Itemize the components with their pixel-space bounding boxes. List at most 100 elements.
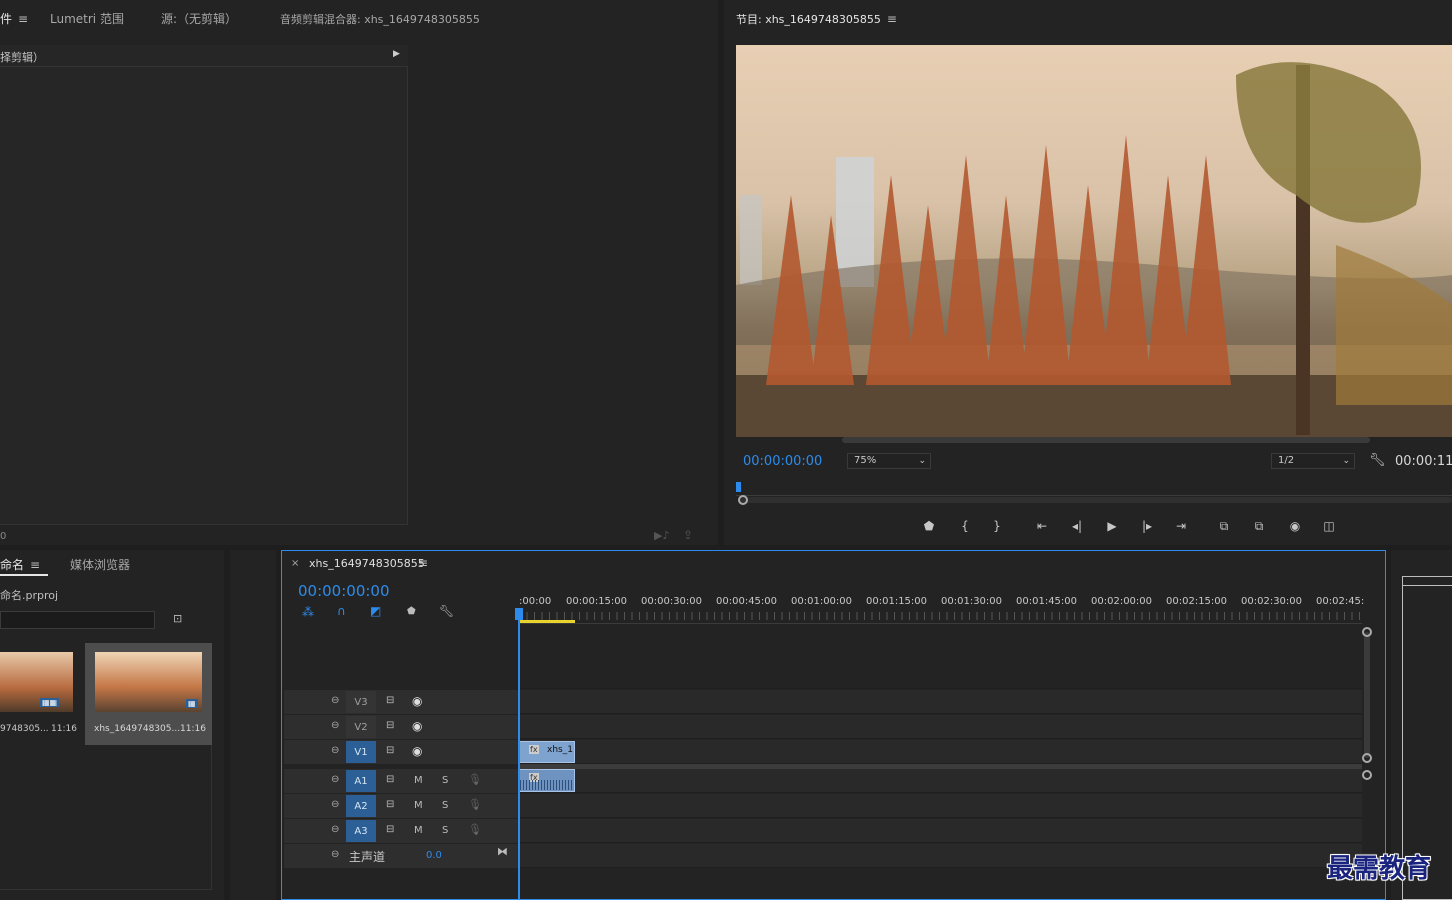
zoom-select[interactable]: 75% ⌄ (847, 453, 931, 469)
zoom-handle[interactable] (738, 495, 748, 505)
mark-in-icon[interactable]: { (955, 517, 975, 535)
video-clip[interactable]: fx xhs_1 (519, 741, 575, 763)
track-v1-toggle[interactable]: V1 (346, 741, 376, 763)
sync-lock-icon[interactable]: ⊟ (386, 799, 394, 810)
tab-program-monitor[interactable]: 节目: xhs_1649748305855 ≡ (736, 11, 897, 27)
mark-out-icon[interactable]: } (987, 517, 1007, 535)
new-bin-icon[interactable]: ⊡ (173, 612, 182, 625)
ruler-label: 00:02:30:00 (1241, 596, 1303, 607)
sequence-tab[interactable]: xhs_1649748305855 (309, 557, 425, 570)
track-v2-toggle[interactable]: V2 (346, 716, 376, 738)
go-to-out-icon[interactable]: ⇥ (1171, 517, 1191, 535)
lock-icon[interactable]: ⊖ (331, 695, 339, 706)
track-a1-toggle[interactable]: A1 (346, 770, 376, 792)
go-to-in-icon[interactable]: ⇤ (1032, 517, 1052, 535)
project-item[interactable]: ▦▦ 9748305... 11:16 (0, 643, 82, 743)
eye-icon[interactable]: ◉ (412, 694, 422, 708)
mic-icon[interactable]: 🎙︎ (468, 823, 482, 836)
playhead-handle[interactable] (515, 608, 523, 620)
mute-button[interactable]: M (414, 825, 423, 836)
lock-icon[interactable]: ⊖ (331, 824, 339, 835)
track-a3-toggle[interactable]: A3 (346, 820, 376, 842)
add-marker-icon[interactable]: ⬟ (919, 517, 939, 535)
track-lane-v1[interactable] (519, 740, 1362, 764)
lock-icon[interactable]: ⊖ (331, 774, 339, 785)
sync-lock-icon[interactable]: ⊟ (386, 720, 394, 731)
compare-view-icon[interactable]: ◫ (1319, 517, 1339, 535)
menu-icon[interactable]: ≡ (887, 12, 897, 26)
video-frame[interactable] (736, 45, 1452, 437)
sync-lock-icon[interactable]: ⊟ (386, 824, 394, 835)
track-v3-toggle[interactable]: V3 (346, 691, 376, 713)
scroll-handle[interactable] (1362, 753, 1372, 763)
timeline-settings-wrench-icon[interactable]: 🔧︎ (439, 604, 454, 618)
tab-source[interactable]: 源:（无剪辑） (161, 10, 237, 27)
solo-button[interactable]: S (442, 800, 448, 811)
nest-icon[interactable]: ⁂ (302, 605, 314, 619)
audio-scrub-icon[interactable]: ▶♪ (654, 529, 669, 542)
tab-project[interactable]: 命名 ≡ (0, 556, 40, 573)
tab-media-browser[interactable]: 媒体浏览器 (70, 556, 130, 573)
program-duration: 00:00:11 (1395, 454, 1452, 469)
close-icon[interactable]: × (291, 558, 299, 569)
step-forward-icon[interactable]: |▸ (1137, 517, 1157, 535)
export-icon[interactable]: ⇪ (683, 528, 693, 542)
sync-lock-icon[interactable]: ⊟ (386, 774, 394, 785)
menu-icon[interactable]: ≡ (30, 558, 40, 572)
menu-icon[interactable]: ≡ (18, 12, 28, 26)
sync-lock-icon[interactable]: ⊟ (386, 745, 394, 756)
playhead-marker[interactable] (736, 482, 741, 492)
tab-audio-clip-mixer[interactable]: 音频剪辑混合器: xhs_1649748305855 (280, 11, 480, 27)
export-frame-icon[interactable]: ◉ (1285, 517, 1305, 535)
eye-icon[interactable]: ◉ (412, 719, 422, 733)
eye-icon[interactable]: ◉ (412, 744, 422, 758)
project-search-input[interactable] (0, 611, 155, 629)
resolution-select[interactable]: 1/2 ⌄ (1271, 453, 1355, 469)
mute-button[interactable]: M (414, 800, 423, 811)
linked-selection-icon[interactable]: ◩ (370, 604, 381, 618)
step-back-icon[interactable]: ◂| (1067, 517, 1087, 535)
play-icon[interactable]: ▶ (1102, 517, 1122, 535)
snap-magnet-icon[interactable]: ∩ (337, 604, 346, 618)
go-to-end-icon[interactable]: ⧓ (497, 845, 508, 858)
vertical-scrollbar[interactable] (1364, 632, 1370, 758)
lock-icon[interactable]: ⊖ (331, 720, 339, 731)
lock-icon[interactable]: ⊖ (331, 745, 339, 756)
program-zoom-bar[interactable] (738, 497, 1452, 503)
timeline-current-time[interactable]: 00:00:00:00 (298, 582, 390, 600)
track-a2-toggle[interactable]: A2 (346, 795, 376, 817)
track-header-v2 (284, 715, 518, 739)
master-volume-value[interactable]: 0.0 (426, 850, 442, 861)
tab-lumetri-scopes[interactable]: Lumetri 范围 (50, 10, 124, 27)
add-marker-icon[interactable]: ⬟ (407, 606, 416, 617)
program-current-time[interactable]: 00:00:00:00 (743, 454, 822, 469)
timeline-playhead[interactable] (518, 608, 520, 900)
audio-clip[interactable]: fx (519, 769, 575, 792)
lift-icon[interactable]: ⧉ (1214, 517, 1234, 535)
wrench-icon[interactable]: 🔧︎ (1369, 453, 1386, 468)
track-lane-a3[interactable] (519, 819, 1362, 843)
track-lane-v2[interactable] (519, 715, 1362, 739)
program-time-ruler[interactable] (736, 480, 1452, 496)
lock-icon[interactable]: ⊖ (331, 849, 339, 860)
menu-icon[interactable]: ≡ (418, 556, 428, 570)
scroll-handle[interactable] (1362, 627, 1372, 637)
track-lane-v3[interactable] (519, 690, 1362, 714)
expand-arrow-icon[interactable]: ▶ (393, 49, 400, 59)
project-item-selected[interactable]: ▦ xhs_1649748305... 11:16 (85, 643, 212, 745)
tab-project-partial[interactable]: 件 ≡ (0, 10, 28, 27)
work-area-bar[interactable] (519, 620, 575, 623)
solo-button[interactable]: S (442, 775, 448, 786)
video-scrollbar[interactable] (842, 437, 1370, 443)
mic-icon[interactable]: 🎙︎ (468, 773, 482, 786)
track-lane-a1[interactable] (519, 769, 1362, 793)
mic-icon[interactable]: 🎙︎ (468, 798, 482, 811)
sync-lock-icon[interactable]: ⊟ (386, 695, 394, 706)
lock-icon[interactable]: ⊖ (331, 799, 339, 810)
track-lane-a2[interactable] (519, 794, 1362, 818)
track-lane-master[interactable] (519, 844, 1362, 868)
mute-button[interactable]: M (414, 775, 423, 786)
scroll-handle[interactable] (1362, 770, 1372, 780)
solo-button[interactable]: S (442, 825, 448, 836)
extract-icon[interactable]: ⧉ (1249, 517, 1269, 535)
